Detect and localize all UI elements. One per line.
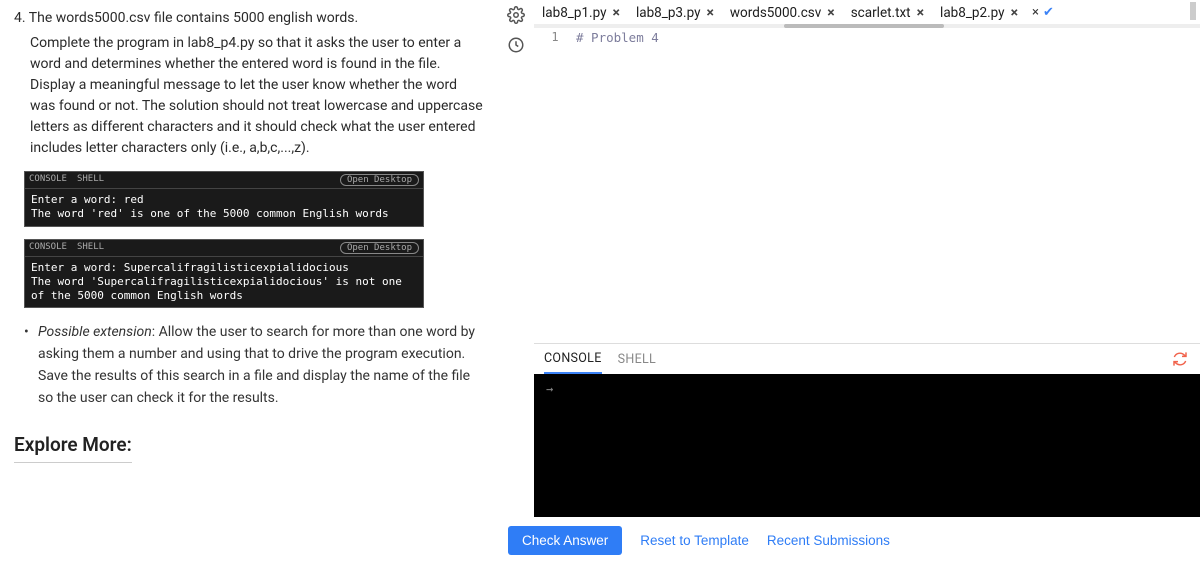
problem-number: 4. xyxy=(14,10,26,26)
close-icon[interactable]: × xyxy=(827,5,834,21)
close-icon[interactable]: × xyxy=(706,5,713,21)
line-gutter: 1 xyxy=(534,26,576,343)
tab-scarlet[interactable]: scarlet.txt× xyxy=(843,0,932,25)
tab-lab8-p3[interactable]: lab8_p3.py× xyxy=(628,0,722,25)
vertical-toolbar xyxy=(498,0,534,517)
code-editor[interactable]: 1 # Problem 4 xyxy=(534,26,1200,343)
editor-tabs: lab8_p1.py× lab8_p3.py× words5000.csv× s… xyxy=(534,0,1200,26)
close-icon[interactable]: × xyxy=(917,5,924,21)
close-all-icon[interactable]: × xyxy=(1032,5,1039,20)
prompt-arrow-icon: → xyxy=(546,382,553,396)
check-answer-button[interactable]: Check Answer xyxy=(508,526,622,555)
problem-statement: 4. The words5000.csv file contains 5000 … xyxy=(14,8,484,159)
tabs-scrollbar[interactable] xyxy=(534,24,1200,28)
terminal-output-1: Enter a word: red The word 'red' is one … xyxy=(25,189,423,226)
editor-area: lab8_p1.py× lab8_p3.py× words5000.csv× s… xyxy=(534,0,1200,517)
editor-panel: lab8_p1.py× lab8_p3.py× words5000.csv× s… xyxy=(498,0,1200,563)
tab-lab8-p2[interactable]: lab8_p2.py× xyxy=(932,0,1026,25)
console-section: CONSOLE SHELL → xyxy=(534,343,1200,517)
tab-words5000[interactable]: words5000.csv× xyxy=(722,0,843,25)
tab-lab8-p1[interactable]: lab8_p1.py× xyxy=(534,0,628,25)
open-desktop-badge: Open Desktop xyxy=(340,242,419,254)
instructions-panel: 4. The words5000.csv file contains 5000 … xyxy=(0,0,498,563)
reset-template-button[interactable]: Reset to Template xyxy=(640,533,749,548)
extension-label: Possible extension xyxy=(38,324,152,340)
refresh-icon[interactable] xyxy=(1172,351,1188,367)
open-desktop-badge: Open Desktop xyxy=(340,174,419,186)
explore-more-heading: Explore More: xyxy=(14,433,132,463)
recent-submissions-button[interactable]: Recent Submissions xyxy=(767,533,890,548)
terminal-output-2: Enter a word: Supercalifragilisticexpial… xyxy=(25,257,423,308)
shell-tab[interactable]: SHELL xyxy=(618,346,656,373)
close-icon[interactable]: × xyxy=(613,5,620,21)
close-icon[interactable]: × xyxy=(1011,5,1018,21)
example-terminal-1: CONSOLESHELL Open Desktop Enter a word: … xyxy=(24,171,424,227)
action-bar: Check Answer Reset to Template Recent Su… xyxy=(498,517,1200,563)
console-tab[interactable]: CONSOLE xyxy=(544,345,602,374)
example-terminal-2: CONSOLE SHELL Open Desktop Enter a word:… xyxy=(24,239,424,309)
problem-first-line: The words5000.csv file contains 5000 eng… xyxy=(29,10,358,26)
history-icon[interactable] xyxy=(507,36,525,54)
extension-bullet: Possible extension: Allow the user to se… xyxy=(38,322,484,409)
minimap[interactable] xyxy=(1190,2,1196,20)
problem-body: Complete the program in lab8_p4.py so th… xyxy=(30,33,484,159)
check-icon[interactable]: ✔ xyxy=(1043,5,1054,20)
code-line: # Problem 4 xyxy=(576,26,659,343)
console-output[interactable]: → xyxy=(534,374,1200,517)
gear-icon[interactable] xyxy=(507,6,525,24)
